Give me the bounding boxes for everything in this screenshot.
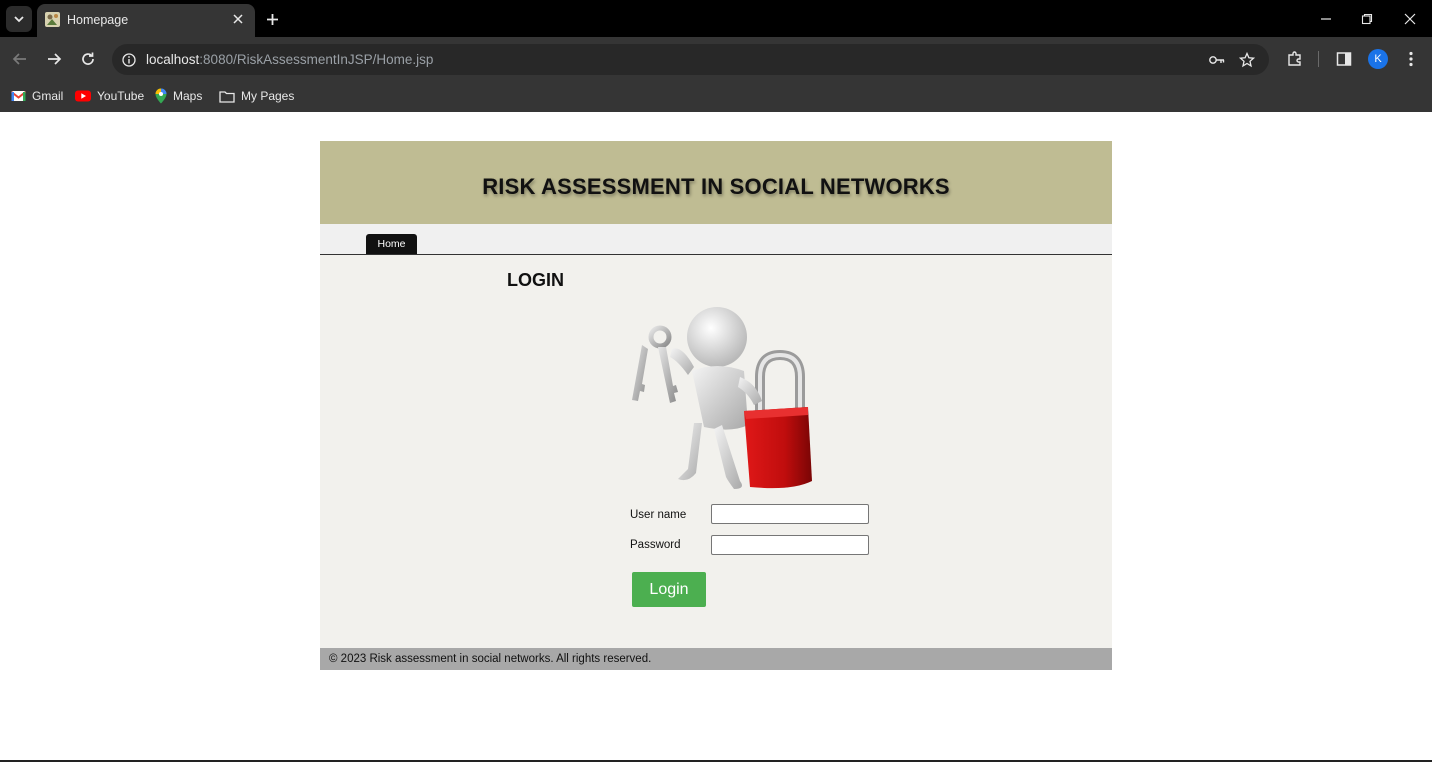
site-info-button[interactable] [120,51,137,68]
login-button[interactable]: Login [632,572,706,607]
bookmark-label: My Pages [241,89,295,103]
bookmark-youtube[interactable]: YouTube [75,87,144,105]
password-input[interactable] [711,535,869,555]
more-vertical-icon [1409,51,1413,67]
arrow-right-icon [48,53,62,65]
minimize-icon [1321,18,1331,20]
site-title: RISK ASSESSMENT IN SOCIAL NETWORKS [482,173,950,199]
url-host: localhost [146,52,200,67]
url-path: :8080/RiskAssessmentInJSP/Home.jsp [199,52,434,67]
reload-button[interactable] [76,47,100,71]
tab-title: Homepage [67,13,129,27]
login-illustration-icon [632,307,812,489]
password-label: Password [630,539,681,551]
browser-tab[interactable]: Homepage [37,4,255,37]
address-bar[interactable]: localhost:8080/RiskAssessmentInJSP/Home.… [112,44,1269,75]
nav-home-link[interactable]: Home [366,234,417,254]
url-text[interactable]: localhost:8080/RiskAssessmentInJSP/Home.… [146,52,433,67]
bookmark-label: Gmail [32,89,64,103]
bookmark-gmail[interactable]: Gmail [11,87,63,105]
login-section: LOGIN User name Password Login [320,255,1112,648]
site-nav: Home [320,224,1112,255]
bookmark-maps[interactable]: Maps [155,87,202,105]
tab-search-button[interactable] [6,6,32,32]
side-panel-icon [1336,52,1352,66]
window-close-button[interactable] [1399,8,1421,30]
browser-toolbar: localhost:8080/RiskAssessmentInJSP/Home.… [0,37,1432,81]
folder-icon [219,90,235,103]
close-icon [233,14,243,24]
star-icon [1239,52,1255,68]
bookmark-label: Maps [173,89,203,103]
puzzle-icon [1288,51,1301,66]
reload-icon [82,52,94,65]
login-heading: LOGIN [507,270,564,290]
chevron-down-icon [14,16,24,23]
youtube-icon [75,90,91,102]
username-input[interactable] [711,504,869,524]
info-icon [121,52,136,67]
key-icon [1209,56,1225,64]
forward-button[interactable] [42,47,66,71]
site-footer: © 2023 Risk assessment in social network… [320,648,1112,670]
restore-icon [1361,13,1373,25]
bookmarks-bar: Gmail YouTube Maps My Pages [0,81,1432,112]
arrow-left-icon [12,53,26,65]
bookmark-folder-my-pages[interactable]: My Pages [219,87,294,105]
site-favicon-icon [45,12,60,27]
username-label: User name [630,509,687,521]
bookmark-label: YouTube [97,89,145,103]
toolbar-divider [1318,51,1319,67]
restore-button[interactable] [1356,8,1378,30]
site-header: RISK ASSESSMENT IN SOCIAL NETWORKS [320,141,1112,224]
profile-avatar[interactable]: K [1368,49,1388,69]
tab-close-button[interactable] [230,11,246,27]
gmail-icon [11,91,26,101]
plus-icon [266,13,278,25]
extensions-button[interactable] [1284,48,1306,70]
footer-copyright: © 2023 Risk assessment in social network… [329,653,652,665]
minimize-button[interactable] [1315,8,1337,30]
site-container: RISK ASSESSMENT IN SOCIAL NETWORKS Home … [320,141,1112,670]
close-icon [1404,13,1416,25]
new-tab-button[interactable] [262,9,282,29]
bookmark-star-button[interactable] [1237,50,1257,70]
password-key-button[interactable] [1207,50,1227,70]
page-viewport: RISK ASSESSMENT IN SOCIAL NETWORKS Home … [0,112,1432,762]
tab-strip: Homepage [0,0,1432,37]
browser-menu-button[interactable] [1400,48,1422,70]
side-panel-button[interactable] [1333,48,1355,70]
maps-icon [155,88,167,104]
back-button[interactable] [8,47,32,71]
